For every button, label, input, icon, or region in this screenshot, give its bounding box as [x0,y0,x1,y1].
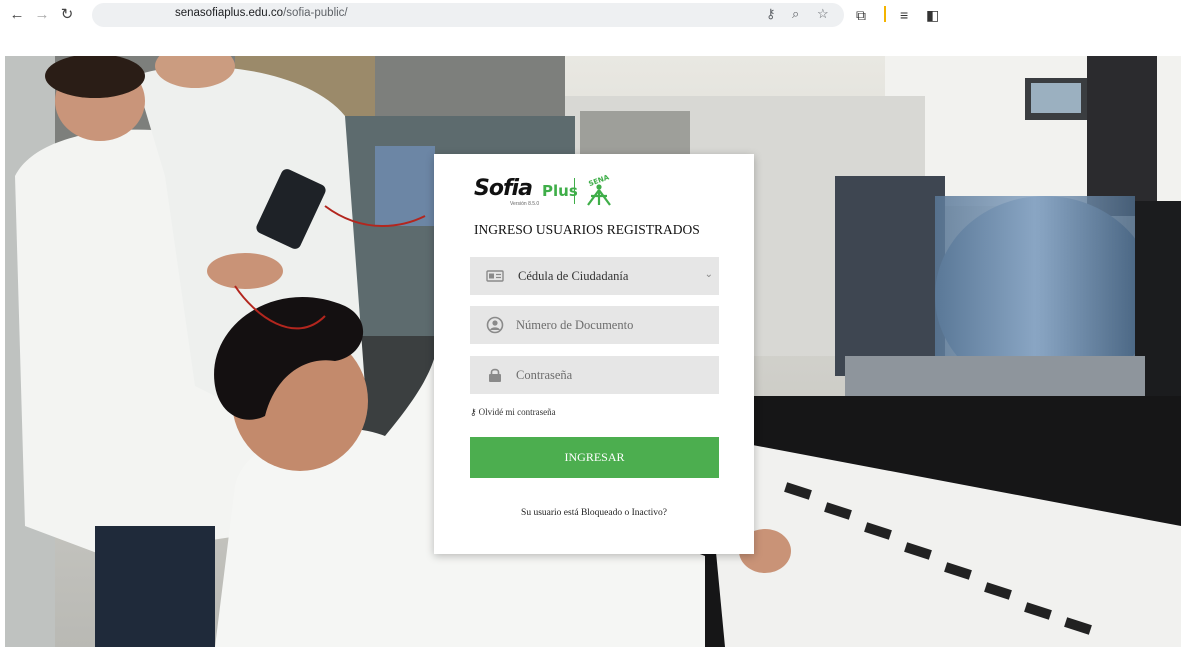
id-card-icon [486,270,504,282]
login-submit-button[interactable]: INGRESAR [470,437,719,478]
back-arrow-icon[interactable]: ← [8,5,26,25]
user-circle-icon [486,316,504,334]
lock-icon [489,368,501,382]
password-input[interactable]: Contraseña [470,356,719,394]
address-bar-url[interactable]: senasofiaplus.edu.co/sofia-public/ [175,7,348,19]
sena-logo-icon: SENA [587,174,611,206]
blocked-user-link[interactable]: Su usuario está Bloqueado o Inactivo? [434,508,754,518]
forward-arrow-icon[interactable]: → [33,5,51,25]
reading-list-icon[interactable]: ≡ [900,6,908,24]
password-key-icon[interactable]: ⚷ [766,6,776,22]
logo-divider [574,178,575,204]
document-number-input[interactable]: Número de Documento [470,306,719,344]
login-title: INGRESO USUARIOS REGISTRADOS [474,222,700,237]
extensions-icon[interactable]: ⧉ [856,6,866,24]
document-number-placeholder: Número de Documento [516,318,634,332]
forgot-password-link[interactable]: ⚷ Olvidé mi contraseña [470,407,556,418]
password-placeholder: Contraseña [516,368,573,382]
sofia-plus-logo: Sofia Plus Versión 8.5.0 SENA [474,174,624,214]
document-type-value: Cédula de Ciudadanía [518,269,629,283]
zoom-icon[interactable]: ⌕ [792,6,799,22]
document-type-select[interactable]: Cédula de Ciudadanía ⌄ [470,257,719,295]
browser-toolbar: ← → ↻ senasofiaplus.edu.co/sofia-public/… [0,0,1181,32]
bookmark-star-icon[interactable]: ☆ [817,6,829,22]
key-icon: ⚷ [470,408,477,418]
toolbar-divider [884,6,886,22]
side-panel-icon[interactable]: ◧ [926,6,939,24]
login-card [434,154,754,554]
reload-icon[interactable]: ↻ [58,5,76,25]
chevron-down-icon: ⌄ [704,269,713,280]
